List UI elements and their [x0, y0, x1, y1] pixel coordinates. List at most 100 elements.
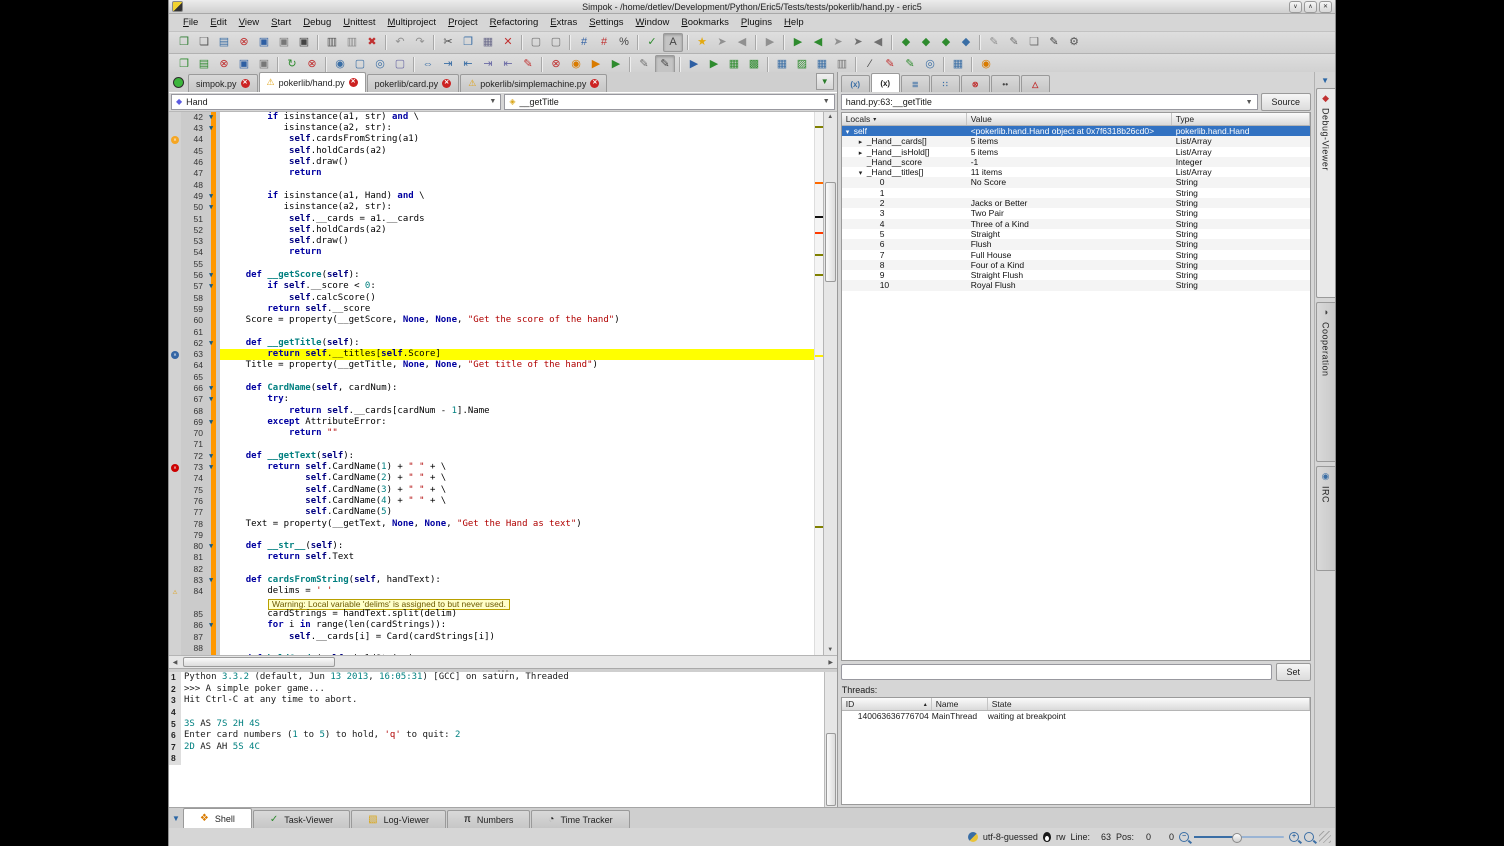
breakpoint-margin[interactable]: ✕: [169, 462, 181, 473]
line-number[interactable]: 84: [181, 586, 207, 597]
breakpoint-margin[interactable]: ✕: [169, 349, 181, 360]
pretty-print-icon[interactable]: ✎: [519, 56, 537, 73]
line-number[interactable]: 56: [181, 270, 207, 281]
fold-margin[interactable]: [207, 473, 220, 484]
code-editor[interactable]: 42▼ if isinstance(a1, str) and \43▼ isin…: [169, 112, 837, 655]
uncomment-icon[interactable]: ⇤: [499, 56, 517, 73]
scroll-down-icon[interactable]: ▼: [824, 645, 837, 655]
edit-icon[interactable]: ✎: [985, 34, 1003, 51]
code-line[interactable]: 69▼ except AttributeError:: [169, 417, 814, 428]
new-window-icon[interactable]: ❐: [175, 34, 193, 51]
run-script-icon[interactable]: ▶: [685, 56, 703, 73]
zoom-out-icon[interactable]: −: [1179, 832, 1189, 842]
debug-run-icon[interactable]: ▶: [587, 56, 605, 73]
locals-row[interactable]: ▸_Hand__cards[]5 itemsList/Array: [842, 136, 1310, 146]
save-project-icon[interactable]: ▣: [235, 56, 253, 73]
run-icon[interactable]: ▶: [761, 34, 779, 51]
line-number[interactable]: 70: [181, 428, 207, 439]
menu-view[interactable]: View: [233, 16, 265, 29]
close-icon[interactable]: ✕: [349, 78, 358, 87]
column-header-type[interactable]: Type: [1172, 113, 1310, 125]
locals-row[interactable]: 3Two PairString: [842, 208, 1310, 218]
fold-arrow-icon[interactable]: ▼: [209, 394, 213, 405]
menu-start[interactable]: Start: [265, 16, 297, 29]
code-line[interactable]: ✕44 self.cardsFromString(a1): [169, 134, 814, 145]
fold-margin[interactable]: ▼: [207, 575, 220, 586]
breakpoint-margin[interactable]: [169, 575, 181, 586]
code-line[interactable]: 80▼ def __str__(self):: [169, 541, 814, 552]
fold-margin[interactable]: [207, 643, 220, 654]
locals-row[interactable]: 9Straight FlushString: [842, 270, 1310, 280]
code-line[interactable]: 82: [169, 564, 814, 575]
line-number[interactable]: 76: [181, 496, 207, 507]
line-number[interactable]: 49: [181, 191, 207, 202]
cut-icon[interactable]: ✂: [439, 34, 457, 51]
scroll-left-icon[interactable]: ◀: [169, 656, 181, 668]
fold-margin[interactable]: [207, 609, 220, 620]
menu-multiproject[interactable]: Multiproject: [381, 16, 442, 29]
print-icon[interactable]: ▥: [323, 34, 341, 51]
fold-margin[interactable]: ▼: [207, 417, 220, 428]
debug-continue-icon[interactable]: ▶: [607, 56, 625, 73]
stop-icon[interactable]: ⊗: [303, 56, 321, 73]
step-icon[interactable]: ➤: [829, 34, 847, 51]
tab-task-viewer[interactable]: ✓Task-Viewer: [253, 810, 350, 828]
line-number[interactable]: 52: [181, 225, 207, 236]
evaluate-input[interactable]: [841, 664, 1272, 680]
current-breakpoint-icon[interactable]: ✕: [171, 351, 179, 359]
trash-icon[interactable]: ▥: [833, 56, 851, 73]
column-header-id[interactable]: ID▴: [842, 698, 932, 710]
continue-to-cursor-icon[interactable]: ◀: [809, 34, 827, 51]
open-project-icon[interactable]: ▤: [195, 56, 213, 73]
code-line[interactable]: 76 self.CardName(4) + " " + \: [169, 496, 814, 507]
fold-margin[interactable]: [207, 236, 220, 247]
unindent-icon[interactable]: ⇤: [459, 56, 477, 73]
comment-icon[interactable]: ⇥: [479, 56, 497, 73]
line-number[interactable]: 46: [181, 157, 207, 168]
line-number[interactable]: 63: [181, 349, 207, 360]
line-number[interactable]: 44: [181, 134, 207, 145]
breakpoint-margin[interactable]: ✕: [169, 134, 181, 145]
fold-margin[interactable]: ▼: [207, 541, 220, 552]
fold-margin[interactable]: ▼: [207, 112, 220, 123]
line-number[interactable]: 66: [181, 383, 207, 394]
diff-icon[interactable]: ∕: [861, 56, 879, 73]
fold-margin[interactable]: [207, 519, 220, 530]
fold-margin[interactable]: [207, 315, 220, 326]
fold-margin[interactable]: [207, 632, 220, 643]
breakpoint-margin[interactable]: [169, 123, 181, 134]
fold-margin[interactable]: [207, 372, 220, 383]
filter-icon[interactable]: ▼: [172, 810, 180, 826]
collapse-icon[interactable]: ▾: [859, 169, 867, 177]
profile-script-icon[interactable]: ▦: [725, 56, 743, 73]
locals-row[interactable]: 5StraightString: [842, 229, 1310, 239]
code-line[interactable]: 58 self.calcScore(): [169, 293, 814, 304]
fold-margin[interactable]: ▼: [207, 462, 220, 473]
locals-row[interactable]: 0No ScoreString: [842, 177, 1310, 187]
fold-margin[interactable]: [207, 259, 220, 270]
breakpoint-margin[interactable]: [169, 643, 181, 654]
code-line[interactable]: 51 self.__cards = a1.__cards: [169, 214, 814, 225]
debug-restart-icon[interactable]: ◉: [567, 56, 585, 73]
fold-margin[interactable]: [207, 530, 220, 541]
fold-arrow-icon[interactable]: ▼: [209, 654, 213, 655]
copy-icon[interactable]: ❐: [459, 34, 477, 51]
spellcheck-icon[interactable]: ✓: [643, 34, 661, 51]
breakpoint-margin[interactable]: [169, 485, 181, 496]
class-combo[interactable]: ◆ Hand ▼: [171, 94, 501, 110]
breakpoint-margin[interactable]: [169, 338, 181, 349]
line-number[interactable]: 69: [181, 417, 207, 428]
scroll-right-icon[interactable]: ▶: [825, 656, 837, 668]
save-project-as-icon[interactable]: ▣: [255, 56, 273, 73]
breakpoint-margin[interactable]: [169, 530, 181, 541]
breakpoint-margin[interactable]: [169, 180, 181, 191]
set-button[interactable]: Set: [1276, 663, 1312, 681]
fold-arrow-icon[interactable]: ▼: [209, 620, 213, 631]
menu-settings[interactable]: Settings: [583, 16, 629, 29]
goto-line-icon[interactable]: #: [575, 34, 593, 51]
exceptions-tab[interactable]: △: [1021, 75, 1050, 92]
fold-margin[interactable]: [207, 180, 220, 191]
save-icon[interactable]: ▣: [255, 34, 273, 51]
breakpoint-margin[interactable]: [169, 360, 181, 371]
breakpoint-margin[interactable]: [169, 609, 181, 620]
